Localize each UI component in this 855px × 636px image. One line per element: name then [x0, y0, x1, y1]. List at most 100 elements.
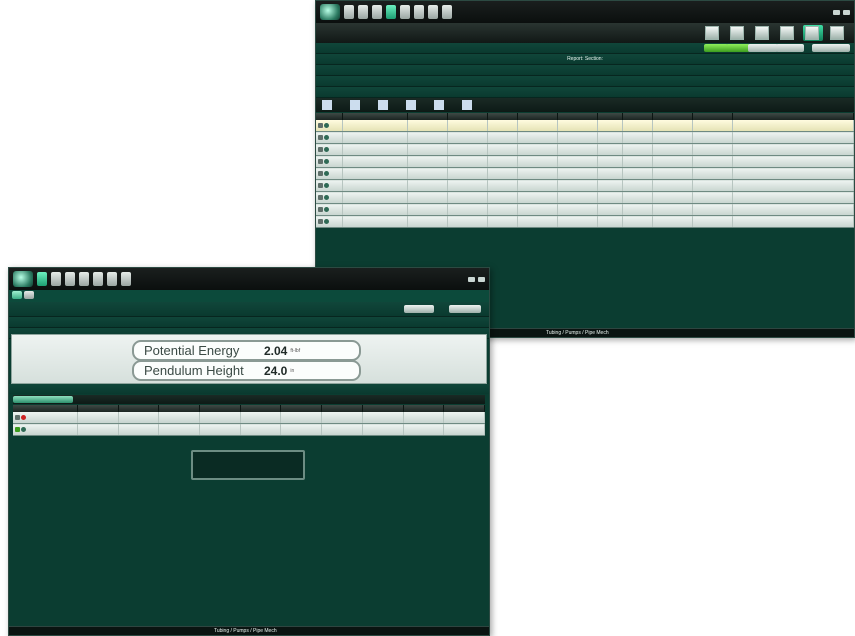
edit-icon[interactable] — [318, 183, 323, 188]
back-tab-2[interactable] — [358, 5, 368, 19]
col-header[interactable] — [487, 113, 518, 120]
back-tab-5[interactable] — [400, 5, 410, 19]
back-tab-7[interactable] — [428, 5, 438, 19]
col-header[interactable] — [362, 405, 404, 412]
col-header[interactable] — [321, 405, 363, 412]
front-tab-1[interactable] — [37, 272, 47, 286]
back-toolbar-btn-6[interactable] — [828, 25, 848, 41]
subtab-1[interactable] — [12, 291, 22, 299]
col-header[interactable] — [199, 405, 241, 412]
edit-icon[interactable] — [15, 415, 20, 420]
back-tab-3[interactable] — [372, 5, 382, 19]
col-header[interactable] — [407, 113, 448, 120]
col-header[interactable] — [158, 405, 201, 412]
col-header[interactable] — [517, 113, 558, 120]
export-icon[interactable] — [462, 100, 472, 110]
edit-icon[interactable] — [318, 219, 323, 224]
energy-panel: Potential Energy 2.04 ft-lbf Pendulum He… — [11, 334, 487, 384]
back-close-button[interactable] — [812, 44, 850, 52]
back-run-button[interactable] — [704, 44, 728, 52]
table-row[interactable] — [316, 203, 854, 216]
col-header[interactable] — [622, 113, 653, 120]
copy-icon[interactable] — [406, 100, 416, 110]
back-tab-1[interactable] — [344, 5, 354, 19]
back-section-2[interactable] — [316, 76, 854, 87]
table-row[interactable] — [316, 215, 854, 228]
edit-icon[interactable] — [318, 147, 323, 152]
col-header[interactable] — [597, 113, 623, 120]
back-tab-8[interactable] — [442, 5, 452, 19]
table-row[interactable] — [316, 120, 854, 132]
col-header[interactable] — [13, 405, 78, 412]
back-tab-6[interactable] — [414, 5, 424, 19]
delete-icon[interactable] — [378, 100, 388, 110]
col-header[interactable] — [557, 113, 598, 120]
back-toolbar-btn-3[interactable] — [753, 25, 773, 41]
back-tab-4[interactable] — [386, 5, 396, 19]
back-toolbar — [316, 23, 854, 43]
table-row[interactable] — [13, 423, 485, 436]
back-title-bar — [316, 1, 854, 23]
status-icon — [324, 171, 329, 176]
add-icon[interactable] — [322, 100, 332, 110]
subtab-2[interactable] — [24, 291, 34, 299]
window-controls[interactable] — [468, 276, 485, 282]
front-subtabs — [9, 290, 489, 302]
please-wait-dialog — [191, 450, 305, 480]
delete-icon[interactable] — [21, 415, 26, 420]
table-row[interactable] — [13, 412, 485, 424]
edit-icon[interactable] — [318, 159, 323, 164]
col-header[interactable] — [652, 113, 693, 120]
front-tab-6[interactable] — [107, 272, 117, 286]
back-section-1[interactable] — [316, 65, 854, 76]
col-header[interactable] — [280, 405, 323, 412]
back-save-button[interactable] — [726, 44, 750, 52]
edit-icon[interactable] — [318, 207, 323, 212]
front-btn-1[interactable] — [404, 305, 434, 313]
document-icon — [705, 26, 719, 40]
table-row[interactable] — [316, 179, 854, 192]
col-header[interactable] — [443, 405, 485, 412]
col-header[interactable] — [403, 405, 445, 412]
col-header[interactable] — [316, 113, 343, 120]
back-toolbar-btn-1[interactable] — [703, 25, 723, 41]
front-tab-4[interactable] — [79, 272, 89, 286]
potential-energy-unit: ft-lbf — [290, 347, 301, 354]
back-export-button[interactable] — [776, 44, 804, 52]
front-tab-5[interactable] — [93, 272, 103, 286]
search-input[interactable] — [13, 396, 73, 403]
table-row[interactable] — [316, 191, 854, 204]
front-tab-3[interactable] — [65, 272, 75, 286]
back-print-button[interactable] — [748, 44, 778, 52]
pendulum-height-field: Pendulum Height 24.0 in — [132, 360, 361, 381]
col-header[interactable] — [240, 405, 282, 412]
filter-icon[interactable] — [434, 100, 444, 110]
back-toolbar-btn-5[interactable] — [803, 25, 823, 41]
col-header[interactable] — [732, 113, 854, 120]
table-row[interactable] — [316, 143, 854, 156]
back-toolbar-btn-2[interactable] — [728, 25, 748, 41]
status-icon — [324, 147, 329, 152]
front-btn-2[interactable] — [449, 305, 481, 313]
col-header[interactable] — [118, 405, 160, 412]
check-icon[interactable] — [15, 427, 20, 432]
table-row[interactable] — [316, 155, 854, 168]
back-section-3[interactable] — [316, 87, 854, 98]
edit-icon[interactable] — [318, 135, 323, 140]
col-header[interactable] — [342, 113, 408, 120]
edit-icon[interactable] — [318, 123, 323, 128]
col-header[interactable] — [692, 113, 733, 120]
table-row[interactable] — [316, 167, 854, 180]
front-header — [9, 302, 489, 317]
window-controls[interactable] — [833, 9, 850, 15]
edit-icon[interactable] — [318, 195, 323, 200]
col-header[interactable] — [447, 113, 488, 120]
front-tab-7[interactable] — [121, 272, 131, 286]
back-toolbar-btn-4[interactable] — [778, 25, 798, 41]
table-row[interactable] — [316, 131, 854, 144]
edit-icon[interactable] — [318, 171, 323, 176]
col-header[interactable] — [77, 405, 119, 412]
front-tab-2[interactable] — [51, 272, 61, 286]
status-icon — [324, 135, 329, 140]
edit-icon[interactable] — [350, 100, 360, 110]
